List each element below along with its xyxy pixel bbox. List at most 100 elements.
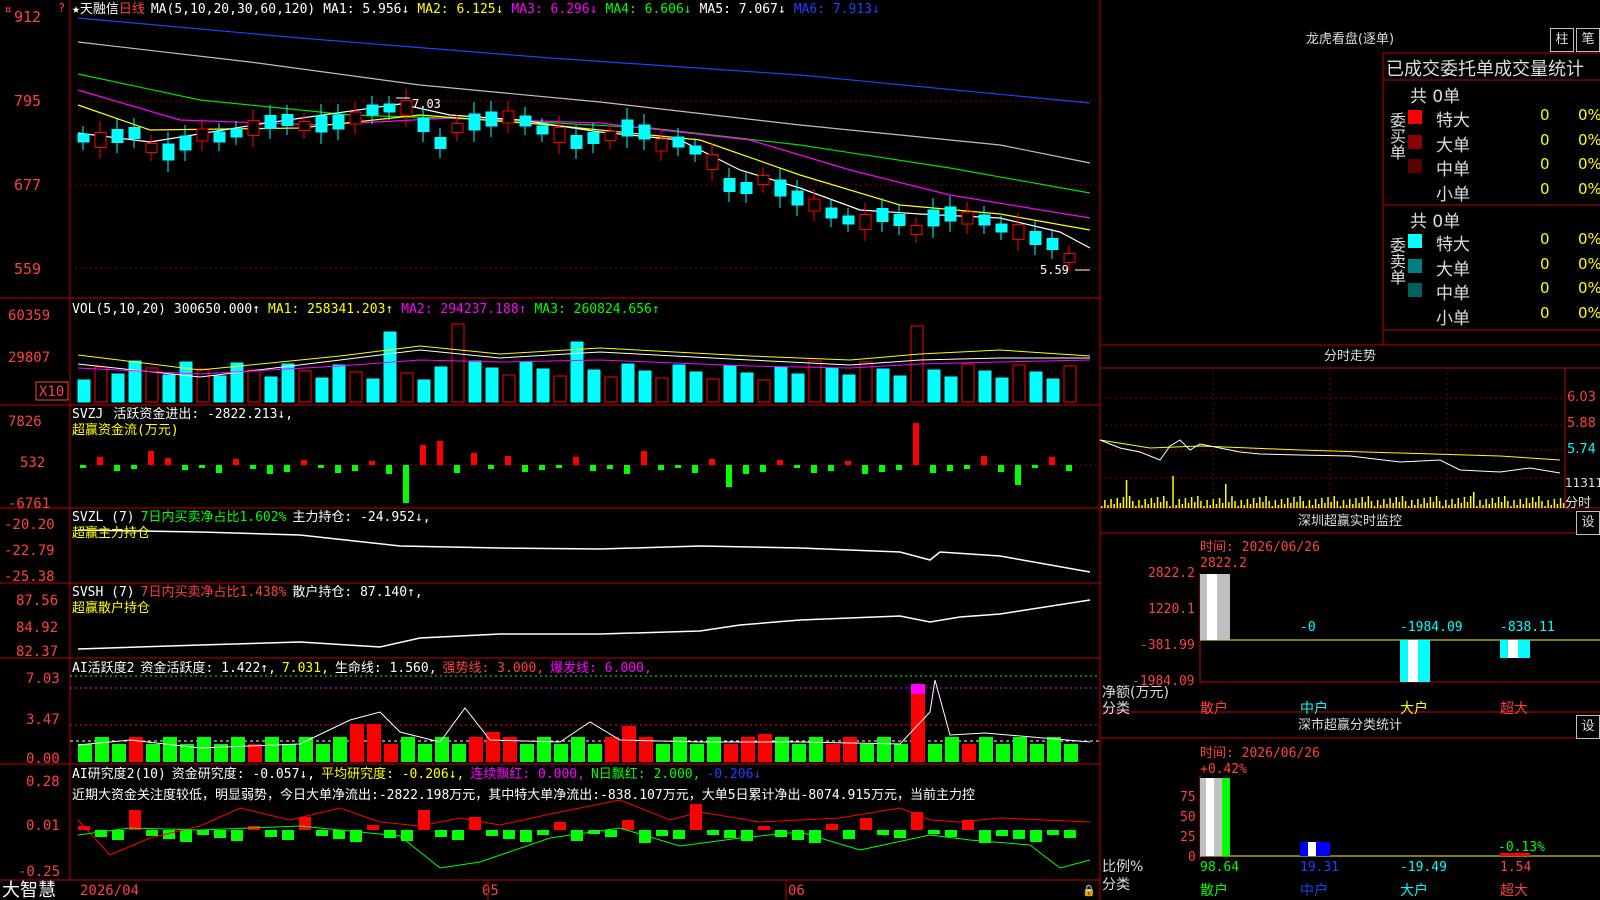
svzj-bar — [284, 465, 290, 472]
class-val-4: 1.54 — [1500, 860, 1532, 875]
svzj-bar — [607, 465, 613, 469]
ai-active-bar — [112, 744, 126, 762]
candle — [876, 208, 889, 222]
svzj-bar — [641, 451, 647, 465]
svg-text:795: 795 — [14, 92, 41, 110]
order-row: 中单 0 0% — [1408, 155, 1600, 180]
volume-bar — [978, 370, 992, 403]
candle — [1063, 253, 1076, 263]
fenshi-vol-bar — [1293, 497, 1295, 508]
fenshi-tab[interactable]: 分时 — [1565, 492, 1591, 511]
ai-research-bar — [197, 830, 209, 835]
order-row: 小单 0 0% — [1408, 180, 1600, 205]
fenshi-vol-bar — [1243, 505, 1246, 508]
svzj-bar — [692, 465, 698, 473]
ai-active-bar — [673, 737, 687, 762]
volume-bar — [842, 374, 856, 403]
class-settings-button[interactable]: 设 — [1576, 715, 1600, 739]
svzj-bar — [250, 465, 256, 469]
ai-research-bar — [435, 830, 447, 837]
svg-text:60359: 60359 — [8, 308, 50, 324]
ai-active-bar — [316, 744, 330, 762]
svg-text:532: 532 — [20, 455, 45, 471]
fenshi-vol-bar — [1228, 502, 1230, 508]
ai-active-bar — [163, 737, 177, 762]
fenshi-vol-bar — [1231, 496, 1233, 508]
volume-bar — [315, 377, 329, 403]
ai-research-note: 近期大资金关注度较低，明显弱势，今日大单净流出:-2822.198万元，其中特大… — [72, 787, 975, 803]
monitor-cat-4: 超大 — [1500, 701, 1528, 717]
volume-bar — [791, 373, 805, 403]
collapse-icon[interactable]: ¤ — [4, 3, 12, 18]
candle — [859, 214, 872, 230]
fenshi-vol-bar — [1544, 506, 1546, 508]
monitor-settings-button[interactable]: 设 — [1576, 511, 1600, 535]
fenshi-vol-bar — [1370, 501, 1373, 508]
ai-active-bar — [1064, 744, 1078, 762]
order-row-label: 小单 — [1436, 308, 1470, 329]
color-swatch — [1408, 258, 1422, 273]
monitor-val-chaoda: -838.11 — [1500, 620, 1555, 635]
fenshi-vol-bar — [1268, 501, 1270, 508]
fenshi-vol-bar — [1414, 505, 1416, 508]
candle — [638, 124, 651, 140]
class-xlabel: 分类 — [1102, 877, 1130, 893]
order-row-value: 0 — [1540, 230, 1550, 248]
fenshi-vol-bar — [1302, 501, 1304, 508]
volume-bar — [859, 361, 873, 403]
fenshi-vol-bar — [1119, 503, 1122, 508]
candle — [995, 223, 1008, 233]
left-axis-labels: 912 795 677 559 60359 29807 7826 532 -67… — [4, 8, 60, 880]
main-chart-area[interactable]: 7.03 5.59 912 795 677 559 60359 29807 78… — [0, 0, 1600, 900]
volume-bar — [349, 371, 363, 403]
svzj-subtitle: 超赢资金流(万元) — [72, 422, 179, 438]
ai-active-bar — [418, 744, 432, 762]
ai-active-bar — [95, 737, 109, 762]
svg-text:0.28: 0.28 — [26, 774, 60, 790]
fenshi-vol-bar — [1153, 503, 1156, 508]
svzj-bar — [335, 465, 341, 473]
tick-mode-button[interactable]: 笔 — [1576, 28, 1600, 52]
ai-research-bar — [146, 830, 158, 836]
volume-bar — [638, 370, 652, 403]
bar-mode-button[interactable]: 柱 — [1550, 28, 1574, 52]
candle — [1029, 231, 1042, 245]
svzl-subtitle: 超赢主力持仓 — [72, 525, 150, 541]
fenshi-vol-bar — [1482, 505, 1484, 508]
volume-bar — [1029, 371, 1043, 403]
ai-active-bar — [588, 744, 602, 762]
fenshi-vol-bar — [1249, 504, 1252, 508]
color-swatch — [1408, 307, 1422, 322]
candle — [740, 182, 753, 194]
svzj-bar — [369, 461, 375, 465]
svzj-bar — [403, 465, 409, 503]
ai-research-bar — [996, 830, 1008, 836]
fenshi-vol-bar — [1454, 504, 1456, 508]
question-icon[interactable]: ? — [58, 1, 65, 15]
ai-active-bar — [792, 744, 806, 762]
fenshi-vol-bar — [1125, 480, 1128, 508]
ai-research-bar — [129, 810, 141, 830]
order-row-value: 0 — [1540, 106, 1550, 124]
ai-active-header: AI活跃度2 资金活跃度: 1.422↑, 7.031, 生命线: 1.560, 强势线… — [72, 660, 652, 676]
ai-active-bar — [911, 684, 925, 762]
fenshi-vol-bar — [1225, 484, 1227, 508]
svzj-bar — [454, 465, 460, 473]
ai-active-bar — [367, 724, 381, 762]
buy-label: 委买单 — [1386, 112, 1406, 164]
fenshi-vol-bar — [1367, 496, 1370, 508]
candle — [196, 128, 209, 142]
ai-active-bar — [435, 737, 449, 762]
lock-icon[interactable]: 🔒 — [1082, 884, 1096, 897]
fenshi-vol-bar — [1460, 503, 1463, 508]
svzj-bar — [522, 465, 528, 472]
volume-bar — [400, 372, 414, 403]
fenshi-vol-bar — [1132, 501, 1134, 508]
date-tick-2: 05 — [482, 883, 499, 899]
ai-research-bar — [367, 825, 379, 830]
volume-bar — [553, 375, 567, 403]
ai-research-bar — [282, 830, 294, 840]
svg-text:29807: 29807 — [8, 350, 50, 366]
ai-active-bar — [333, 737, 347, 762]
order-row: 特大 0 0% — [1408, 106, 1600, 131]
